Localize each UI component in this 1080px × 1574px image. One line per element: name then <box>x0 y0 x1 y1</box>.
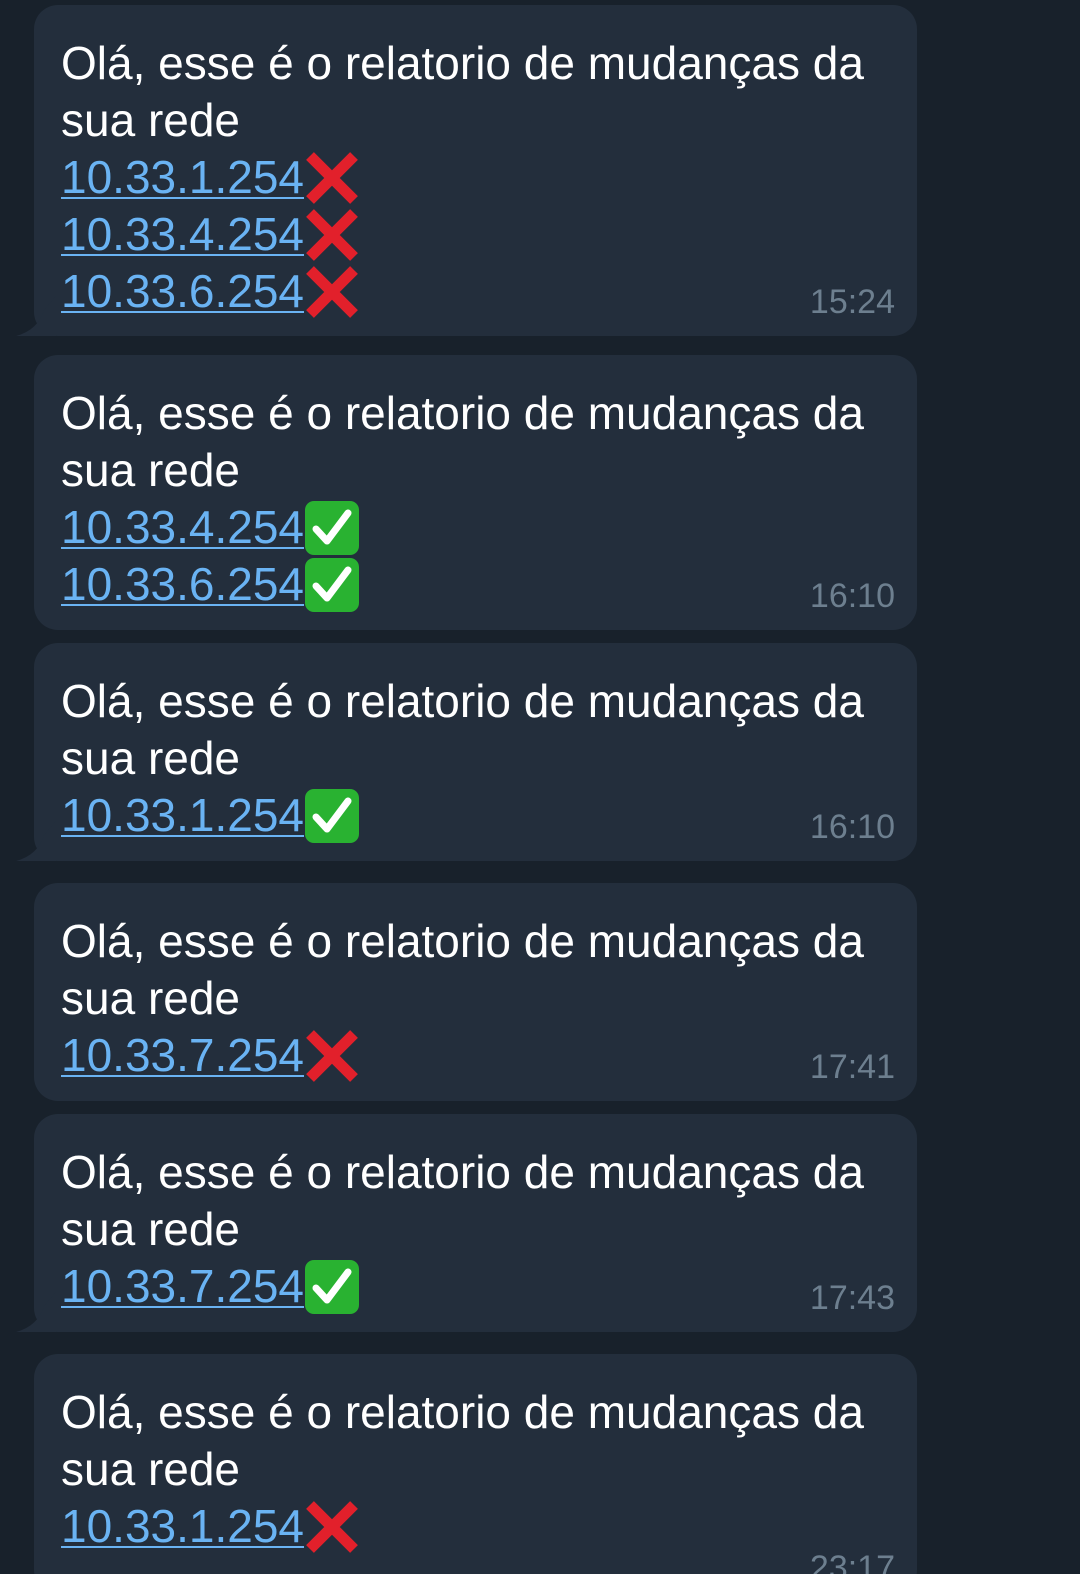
message-text-line: Olá, esse é o relatorio de mudanças da <box>61 1386 864 1438</box>
message-bubble[interactable]: Olá, esse é o relatorio de mudanças da s… <box>34 355 917 630</box>
ip-entry: 10.33.1.254 <box>61 787 890 844</box>
ip-entry: 10.33.7.254 <box>61 1258 890 1315</box>
ip-link[interactable]: 10.33.1.254 <box>61 149 304 206</box>
ip-link[interactable]: 10.33.1.254 <box>61 787 304 844</box>
ip-entry: 10.33.1.254 <box>61 1498 890 1555</box>
chat-history[interactable]: Olá, esse é o relatorio de mudanças da s… <box>0 0 1080 1574</box>
cross-icon <box>304 1028 360 1084</box>
ip-link[interactable]: 10.33.1.254 <box>61 1498 304 1555</box>
message-time: 15:24 <box>809 283 895 321</box>
message-time: 23:17 <box>809 1549 895 1574</box>
check-icon <box>304 500 360 556</box>
message-text-line: sua rede <box>61 972 241 1024</box>
message-text-line: Olá, esse é o relatorio de mudanças da <box>61 675 864 727</box>
message-time: 17:41 <box>809 1048 895 1086</box>
ip-entry: 10.33.7.254 <box>61 1027 890 1084</box>
message-time: 16:10 <box>809 577 895 615</box>
message-bubble[interactable]: Olá, esse é o relatorio de mudanças da s… <box>34 883 917 1101</box>
check-icon <box>304 1259 360 1315</box>
ip-link[interactable]: 10.33.6.254 <box>61 263 304 320</box>
message-text-line: Olá, esse é o relatorio de mudanças da <box>61 37 864 89</box>
check-icon <box>304 557 360 613</box>
message-bubble[interactable]: Olá, esse é o relatorio de mudanças da s… <box>34 643 917 861</box>
message-text-line: sua rede <box>61 94 241 146</box>
message-time: 17:43 <box>809 1279 895 1317</box>
cross-icon <box>304 264 360 320</box>
ip-link[interactable]: 10.33.4.254 <box>61 499 304 556</box>
check-icon <box>304 788 360 844</box>
ip-entry: 10.33.6.254 <box>61 263 890 320</box>
ip-entry: 10.33.1.254 <box>61 149 890 206</box>
ip-entry: 10.33.4.254 <box>61 499 890 556</box>
cross-icon <box>304 150 360 206</box>
message-text-line: sua rede <box>61 1443 241 1495</box>
message-text-line: sua rede <box>61 732 241 784</box>
ip-link[interactable]: 10.33.7.254 <box>61 1258 304 1315</box>
message-bubble[interactable]: Olá, esse é o relatorio de mudanças da s… <box>34 5 917 336</box>
message-text-line: sua rede <box>61 1203 241 1255</box>
message-text-line: Olá, esse é o relatorio de mudanças da <box>61 1146 864 1198</box>
message-bubble[interactable]: Olá, esse é o relatorio de mudanças da s… <box>34 1354 917 1574</box>
message-text-line: Olá, esse é o relatorio de mudanças da <box>61 387 864 439</box>
message-bubble[interactable]: Olá, esse é o relatorio de mudanças da s… <box>34 1114 917 1332</box>
cross-icon <box>304 207 360 263</box>
ip-link[interactable]: 10.33.4.254 <box>61 206 304 263</box>
cross-icon <box>304 1499 360 1555</box>
message-text-line: sua rede <box>61 444 241 496</box>
ip-entry: 10.33.6.254 <box>61 556 890 613</box>
ip-link[interactable]: 10.33.6.254 <box>61 556 304 613</box>
ip-entry: 10.33.4.254 <box>61 206 890 263</box>
message-time: 16:10 <box>809 808 895 846</box>
ip-link[interactable]: 10.33.7.254 <box>61 1027 304 1084</box>
message-text-line: Olá, esse é o relatorio de mudanças da <box>61 915 864 967</box>
